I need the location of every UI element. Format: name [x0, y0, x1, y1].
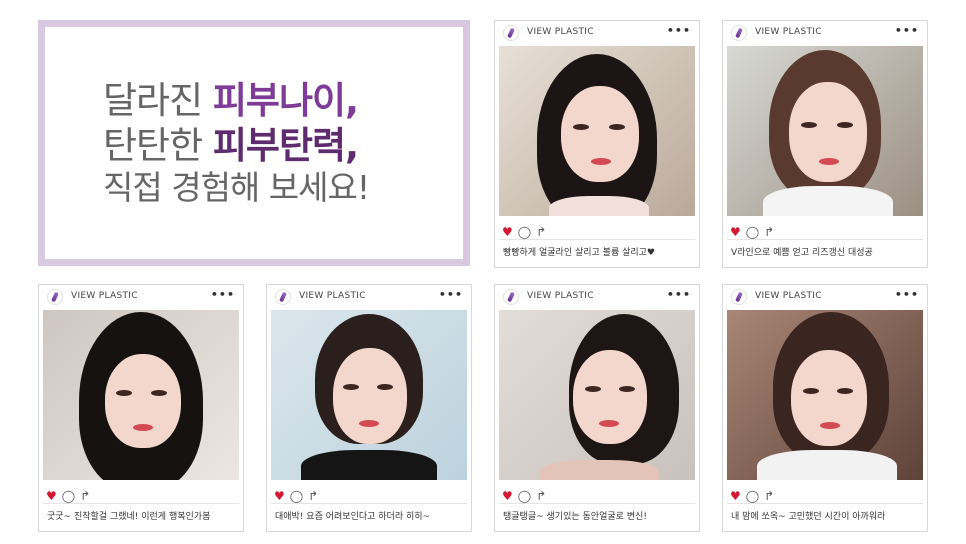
share-icon[interactable]: ↱: [764, 489, 774, 503]
post-card[interactable]: VIEW PLASTIC ••• ♥ ◯ ↱ 내 맘에 쏘옥~ 고민했던 시간이 아…: [722, 284, 928, 532]
brand-label: VIEW PLASTIC: [71, 291, 138, 301]
comment-icon[interactable]: ◯: [518, 225, 531, 239]
post-photo: [499, 46, 695, 216]
post-actions: ♥ ◯ ↱: [274, 485, 394, 503]
headline-line-3: 직접 경험해 보세요!: [103, 168, 370, 207]
view-plastic-logo-icon: [47, 289, 63, 305]
heart-icon[interactable]: ♥: [730, 225, 741, 239]
brand-label: VIEW PLASTIC: [755, 27, 822, 37]
post-photo: [43, 310, 239, 480]
brand-label: VIEW PLASTIC: [527, 27, 594, 37]
more-options-icon[interactable]: •••: [211, 288, 235, 301]
post-photo: [271, 310, 467, 480]
post-card[interactable]: VIEW PLASTIC ••• ♥ ◯ ↱ 대애박! 요즘 어려보인다고 하더라 …: [266, 284, 472, 532]
brand-label: VIEW PLASTIC: [299, 291, 366, 301]
post-header: VIEW PLASTIC •••: [495, 21, 699, 45]
brand-label: VIEW PLASTIC: [755, 291, 822, 301]
post-photo: [727, 310, 923, 480]
divider: [271, 503, 467, 504]
share-icon[interactable]: ↱: [536, 489, 546, 503]
comment-icon[interactable]: ◯: [62, 489, 75, 503]
heart-icon[interactable]: ♥: [502, 225, 513, 239]
comment-icon[interactable]: ◯: [746, 225, 759, 239]
post-header: VIEW PLASTIC •••: [723, 21, 927, 45]
headline-text: 달라진: [103, 78, 213, 122]
divider: [727, 503, 923, 504]
post-photo: [499, 310, 695, 480]
share-icon[interactable]: ↱: [536, 225, 546, 239]
view-plastic-logo-icon: [503, 289, 519, 305]
post-header: VIEW PLASTIC •••: [723, 285, 927, 309]
post-header: VIEW PLASTIC •••: [267, 285, 471, 309]
more-options-icon[interactable]: •••: [895, 288, 919, 301]
post-card[interactable]: VIEW PLASTIC ••• ♥ ◯ ↱ 굿굿~ 진작할걸 그랬네! 이런게 행…: [38, 284, 244, 532]
post-caption: 탱글탱글~ 생기있는 동안얼굴로 변신!: [503, 512, 647, 522]
heart-icon[interactable]: ♥: [46, 489, 57, 503]
headline-text: 탄탄한: [103, 123, 213, 167]
post-card[interactable]: VIEW PLASTIC ••• ♥ ◯ ↱ 빵빵하게 얼굴라인 살리고 볼륨 살리…: [494, 20, 700, 268]
divider: [499, 503, 695, 504]
divider: [499, 239, 695, 240]
post-caption: V라인으로 예쁨 얻고 리즈갱신 대성공: [731, 248, 873, 258]
divider: [43, 503, 239, 504]
post-card[interactable]: VIEW PLASTIC ••• ♥ ◯ ↱ V라인으로 예쁨 얻고 리즈갱신 대성…: [722, 20, 928, 268]
comment-icon[interactable]: ◯: [518, 489, 531, 503]
post-photo: [727, 46, 923, 216]
more-options-icon[interactable]: •••: [439, 288, 463, 301]
divider: [727, 239, 923, 240]
post-caption: 굿굿~ 진작할걸 그랬네! 이런게 행복인가봄: [47, 512, 211, 522]
more-options-icon[interactable]: •••: [895, 24, 919, 37]
view-plastic-logo-icon: [503, 25, 519, 41]
brand-label: VIEW PLASTIC: [527, 291, 594, 301]
post-actions: ♥ ◯ ↱: [502, 485, 622, 503]
headline-emphasis: 피부나이,: [212, 78, 359, 122]
heart-icon[interactable]: ♥: [730, 489, 741, 503]
post-caption: 빵빵하게 얼굴라인 살리고 볼륨 살리고♥: [503, 248, 655, 258]
share-icon[interactable]: ↱: [764, 225, 774, 239]
post-caption: 대애박! 요즘 어려보인다고 하더라 히히~: [275, 512, 431, 522]
headline-box: 달라진 피부나이, 탄탄한 피부탄력, 직접 경험해 보세요!: [38, 20, 470, 266]
more-options-icon[interactable]: •••: [667, 24, 691, 37]
view-plastic-logo-icon: [731, 25, 747, 41]
heart-icon[interactable]: ♥: [502, 489, 513, 503]
post-actions: ♥ ◯ ↱: [46, 485, 166, 503]
share-icon[interactable]: ↱: [308, 489, 318, 503]
post-caption: 내 맘에 쏘옥~ 고민했던 시간이 아까워라: [731, 512, 886, 522]
comment-icon[interactable]: ◯: [746, 489, 759, 503]
post-header: VIEW PLASTIC •••: [495, 285, 699, 309]
heart-icon[interactable]: ♥: [274, 489, 285, 503]
post-actions: ♥ ◯ ↱: [730, 485, 850, 503]
comment-icon[interactable]: ◯: [290, 489, 303, 503]
post-actions: ♥ ◯ ↱: [730, 221, 850, 239]
view-plastic-logo-icon: [731, 289, 747, 305]
headline-line-1: 달라진 피부나이,: [103, 78, 463, 123]
post-header: VIEW PLASTIC •••: [39, 285, 243, 309]
share-icon[interactable]: ↱: [80, 489, 90, 503]
post-card[interactable]: VIEW PLASTIC ••• ♥ ◯ ↱ 탱글탱글~ 생기있는 동안얼굴로 변신…: [494, 284, 700, 532]
headline-line-2: 탄탄한 피부탄력,: [103, 123, 463, 168]
post-actions: ♥ ◯ ↱: [502, 221, 622, 239]
headline-emphasis: 피부탄력,: [212, 123, 359, 167]
view-plastic-logo-icon: [275, 289, 291, 305]
more-options-icon[interactable]: •••: [667, 288, 691, 301]
